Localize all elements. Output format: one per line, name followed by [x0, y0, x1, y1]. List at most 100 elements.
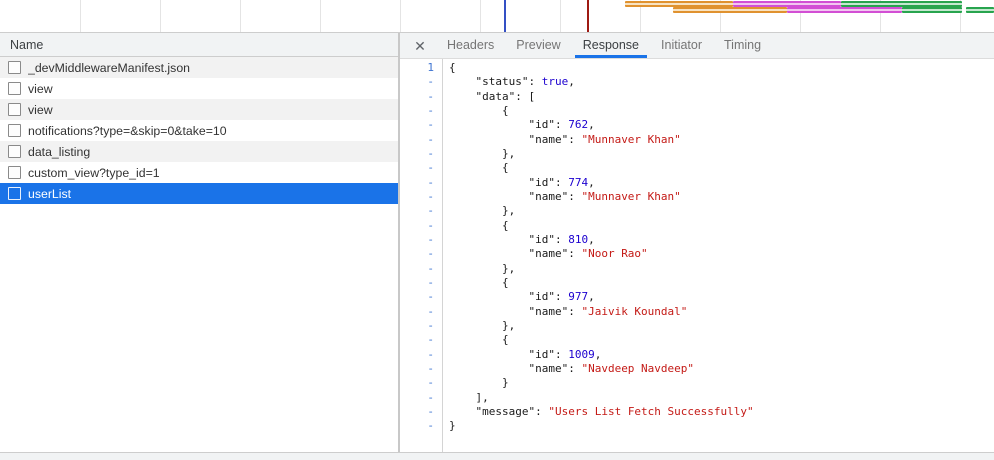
line-content: "name": "Noor Rao"	[442, 247, 648, 261]
request-row[interactable]: view	[0, 78, 398, 99]
code-line: - "id": 762,	[400, 118, 994, 132]
request-checkbox[interactable]	[8, 124, 21, 137]
overview-gridline	[80, 0, 81, 32]
code-line: - "id": 774,	[400, 176, 994, 190]
line-content: "id": 774,	[442, 176, 595, 190]
request-name: view	[28, 103, 53, 117]
line-gutter: 1	[400, 61, 442, 75]
code-line: - {	[400, 333, 994, 347]
line-content: "status": true,	[442, 75, 575, 89]
load-event-line	[587, 0, 589, 32]
request-row[interactable]: notifications?type=&skip=0&take=10	[0, 120, 398, 141]
line-gutter: -	[400, 219, 442, 233]
line-content: },	[442, 204, 515, 218]
line-content: }	[442, 376, 509, 390]
line-gutter: -	[400, 104, 442, 118]
code-line: - },	[400, 262, 994, 276]
request-name: userList	[28, 187, 71, 201]
line-gutter: -	[400, 176, 442, 190]
request-name: view	[28, 82, 53, 96]
line-gutter: -	[400, 161, 442, 175]
line-gutter: -	[400, 190, 442, 204]
line-gutter: -	[400, 376, 442, 390]
code-line: - "name": "Jaivik Koundal"	[400, 305, 994, 319]
code-line: - },	[400, 147, 994, 161]
line-gutter: -	[400, 118, 442, 132]
tab-preview[interactable]: Preview	[508, 33, 568, 58]
line-gutter: -	[400, 290, 442, 304]
line-content: "id": 762,	[442, 118, 595, 132]
request-row[interactable]: userList	[0, 183, 398, 204]
request-name: _devMiddlewareManifest.json	[28, 61, 190, 75]
line-content: "message": "Users List Fetch Successfull…	[442, 405, 754, 419]
overview-gridline	[560, 0, 561, 32]
request-checkbox[interactable]	[8, 61, 21, 74]
name-column-header[interactable]: Name	[0, 33, 398, 57]
line-gutter: -	[400, 419, 442, 433]
request-details-panel: ✕ HeadersPreviewResponseInitiatorTiming …	[400, 33, 994, 452]
line-content: ],	[442, 391, 489, 405]
line-gutter: -	[400, 233, 442, 247]
line-content: },	[442, 319, 515, 333]
line-content: "id": 810,	[442, 233, 595, 247]
line-gutter: -	[400, 362, 442, 376]
tab-strip: ✕ HeadersPreview ResponseInitiatorTiming	[400, 33, 994, 59]
line-content: {	[442, 276, 509, 290]
code-line: - {	[400, 219, 994, 233]
gutter-divider	[442, 59, 443, 452]
line-content: "name": "Jaivik Koundal"	[442, 305, 687, 319]
code-line: - "id": 977,	[400, 290, 994, 304]
network-overview-timeline[interactable]	[0, 0, 994, 33]
line-content: {	[442, 161, 509, 175]
overview-bar-magenta	[787, 7, 902, 13]
tab-headers[interactable]: Headers	[439, 33, 502, 58]
code-line: 1{	[400, 61, 994, 75]
line-content: {	[442, 61, 456, 75]
request-row[interactable]: data_listing	[0, 141, 398, 162]
request-list: _devMiddlewareManifest.jsonview view notif…	[0, 57, 398, 204]
network-requests-panel: Name _devMiddlewareManifest.jsonview view…	[0, 33, 400, 452]
summary-bar	[0, 452, 994, 460]
code-line: -}	[400, 419, 994, 433]
overview-bar-green	[902, 7, 962, 13]
line-content: {	[442, 104, 509, 118]
request-checkbox[interactable]	[8, 103, 21, 116]
line-gutter: -	[400, 333, 442, 347]
request-row[interactable]: view	[0, 99, 398, 120]
tab-timing[interactable]: Timing	[716, 33, 769, 58]
code-line: - "message": "Users List Fetch Successfu…	[400, 405, 994, 419]
request-name: notifications?type=&skip=0&take=10	[28, 124, 227, 138]
line-content: },	[442, 147, 515, 161]
tab-initiator[interactable]: Initiator	[653, 33, 710, 58]
close-icon[interactable]: ✕	[410, 36, 430, 56]
response-body[interactable]: 1{- "status": true,- "data": [- {- "id":…	[400, 59, 994, 452]
line-content: "name": "Munnaver Khan"	[442, 190, 681, 204]
request-checkbox[interactable]	[8, 166, 21, 179]
overview-gridline	[480, 0, 481, 32]
line-gutter: -	[400, 348, 442, 362]
request-checkbox[interactable]	[8, 82, 21, 95]
line-gutter: -	[400, 204, 442, 218]
line-gutter: -	[400, 133, 442, 147]
dcl-event-line	[504, 0, 506, 32]
code-line: - "id": 810,	[400, 233, 994, 247]
line-gutter: -	[400, 405, 442, 419]
code-line: - {	[400, 161, 994, 175]
line-gutter: -	[400, 391, 442, 405]
code-line: - "status": true,	[400, 75, 994, 89]
overview-bar-green	[966, 7, 994, 13]
request-row[interactable]: _devMiddlewareManifest.json	[0, 57, 398, 78]
request-name: data_listing	[28, 145, 90, 159]
request-row[interactable]: custom_view?type_id=1	[0, 162, 398, 183]
request-checkbox[interactable]	[8, 145, 21, 158]
code-line: - "name": "Munnaver Khan"	[400, 133, 994, 147]
code-line: - {	[400, 104, 994, 118]
tab-response[interactable]: Response	[575, 33, 647, 58]
line-gutter: -	[400, 75, 442, 89]
request-checkbox[interactable]	[8, 187, 21, 200]
code-line: - {	[400, 276, 994, 290]
line-gutter: -	[400, 147, 442, 161]
overview-gridline	[240, 0, 241, 32]
request-name: custom_view?type_id=1	[28, 166, 160, 180]
line-content: "name": "Navdeep Navdeep"	[442, 362, 694, 376]
